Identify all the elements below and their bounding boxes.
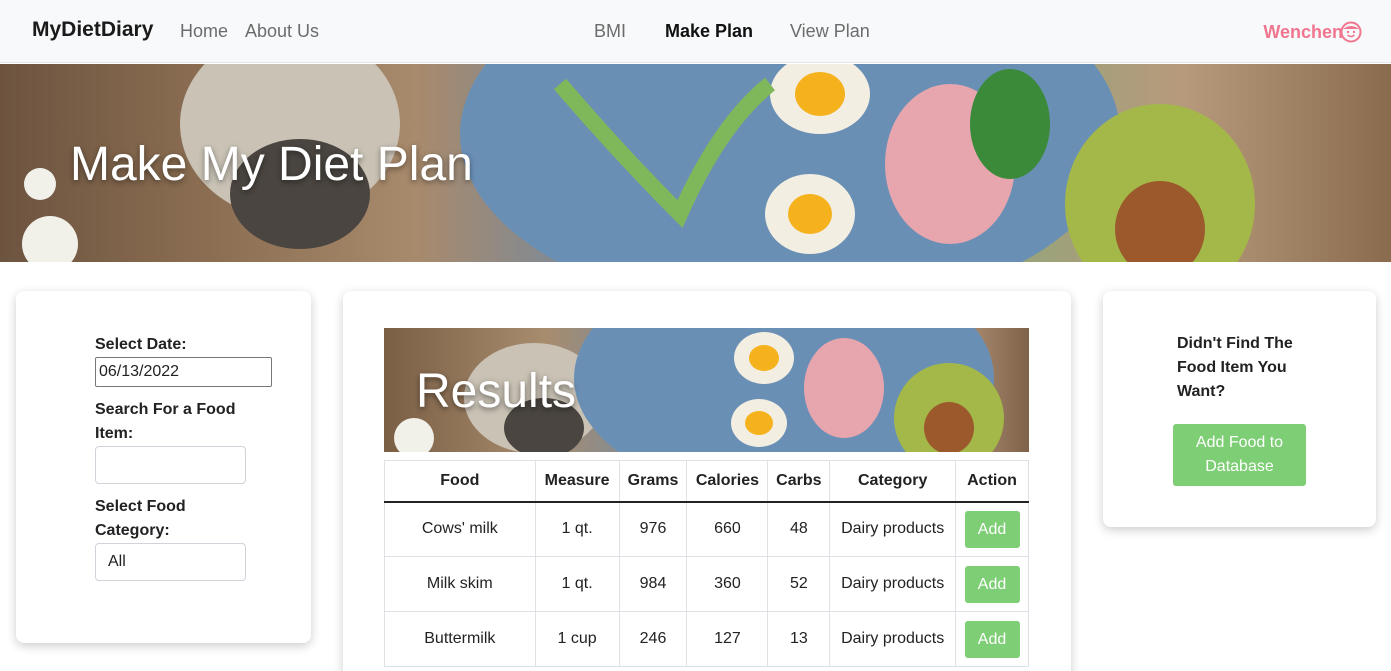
- add-button[interactable]: Add: [964, 510, 1020, 548]
- col-calories: Calories: [686, 460, 769, 503]
- col-measure: Measure: [534, 460, 620, 503]
- cell-carbs: 52: [767, 556, 831, 612]
- cell-measure: 1 cup: [534, 611, 620, 667]
- results-panel: Results Food Measure Grams Calories Carb…: [343, 291, 1071, 671]
- results-heading: Results: [416, 365, 577, 418]
- cell-action: Add: [955, 556, 1029, 612]
- cell-calories: 360: [686, 556, 769, 612]
- cell-calories: 127: [686, 611, 769, 667]
- cell-food: Milk skim: [384, 556, 536, 612]
- category-select[interactable]: All: [95, 543, 246, 581]
- brand-logo[interactable]: MyDietDiary: [32, 18, 153, 42]
- col-food: Food: [384, 460, 536, 503]
- nav-bmi[interactable]: BMI: [594, 21, 626, 42]
- nav-make-plan[interactable]: Make Plan: [665, 21, 753, 42]
- page-title: Make My Diet Plan: [70, 138, 473, 191]
- cell-category: Dairy products: [829, 611, 957, 667]
- cell-grams: 984: [618, 556, 688, 612]
- date-input[interactable]: 06/13/2022: [95, 357, 272, 387]
- cell-measure: 1 qt.: [534, 556, 620, 612]
- hero-banner: Make My Diet Plan: [0, 64, 1391, 262]
- cell-carbs: 48: [767, 501, 831, 557]
- user-name[interactable]: Wenchen: [1263, 22, 1343, 43]
- cell-grams: 976: [618, 501, 688, 557]
- top-navbar: MyDietDiary Home About Us BMI Make Plan …: [0, 0, 1391, 63]
- add-food-panel: Didn't Find The Food Item You Want? Add …: [1103, 291, 1376, 527]
- table-row: Milk skim 1 qt. 984 360 52 Dairy product…: [384, 556, 1029, 612]
- table-row: Buttermilk 1 cup 246 127 13 Dairy produc…: [384, 611, 1029, 667]
- col-grams: Grams: [618, 460, 688, 503]
- nav-home[interactable]: Home: [180, 21, 228, 42]
- col-carbs: Carbs: [767, 460, 831, 503]
- cell-calories: 660: [686, 501, 769, 557]
- cell-action: Add: [955, 501, 1029, 557]
- cell-category: Dairy products: [829, 556, 957, 612]
- results-banner: Results: [384, 328, 1029, 452]
- search-panel: Select Date: 06/13/2022 Search For a Foo…: [16, 291, 311, 643]
- cell-carbs: 13: [767, 611, 831, 667]
- not-found-prompt: Didn't Find The Food Item You Want?: [1177, 335, 1293, 400]
- add-button[interactable]: Add: [964, 565, 1020, 603]
- category-label: Select Food Category:: [95, 498, 186, 539]
- table-header-row: Food Measure Grams Calories Carbs Catego…: [384, 460, 1029, 503]
- cell-action: Add: [955, 611, 1029, 667]
- results-table: Food Measure Grams Calories Carbs Catego…: [384, 460, 1029, 667]
- add-button[interactable]: Add: [964, 620, 1020, 658]
- nav-about-us[interactable]: About Us: [245, 21, 319, 42]
- cell-food: Cows' milk: [384, 501, 536, 557]
- food-search-input[interactable]: [95, 446, 246, 484]
- date-label: Select Date:: [95, 336, 187, 353]
- cell-category: Dairy products: [829, 501, 957, 557]
- cell-measure: 1 qt.: [534, 501, 620, 557]
- add-food-to-database-button[interactable]: Add Food to Database: [1173, 424, 1306, 486]
- nav-view-plan[interactable]: View Plan: [790, 21, 870, 42]
- cell-food: Buttermilk: [384, 611, 536, 667]
- col-category: Category: [829, 460, 957, 503]
- cell-grams: 246: [618, 611, 688, 667]
- table-row: Cows' milk 1 qt. 976 660 48 Dairy produc…: [384, 501, 1029, 557]
- smiley-face-icon[interactable]: [1340, 21, 1362, 43]
- search-label: Search For a Food Item:: [95, 401, 236, 442]
- col-action: Action: [955, 460, 1029, 503]
